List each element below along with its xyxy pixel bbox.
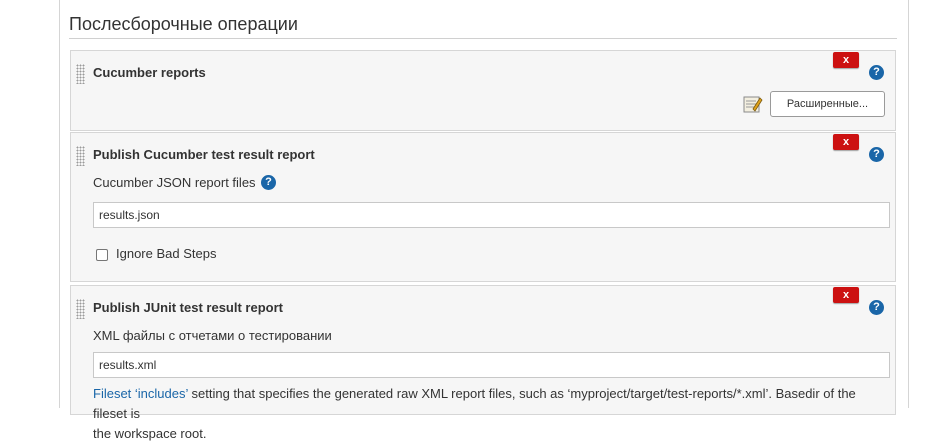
drag-handle-icon[interactable] (76, 299, 85, 319)
step-cucumber-reports: Cucumber reports x ? Расширенные... (70, 50, 896, 131)
fileset-includes-link[interactable]: Fileset ‘includes’ (93, 386, 188, 401)
ignore-bad-steps-label: Ignore Bad Steps (116, 246, 217, 261)
step-publish-cucumber: Publish Cucumber test result report x ? … (70, 132, 896, 282)
delete-step-button[interactable]: x (833, 287, 859, 303)
delete-step-button[interactable]: x (833, 52, 859, 68)
advanced-button[interactable]: Расширенные... (770, 91, 885, 117)
json-files-label: Cucumber JSON report files (93, 175, 256, 190)
delete-step-button[interactable]: x (833, 134, 859, 150)
field-help-icon[interactable]: ? (261, 175, 276, 190)
notepad-icon (743, 94, 763, 114)
fileset-description: Fileset ‘includes’ setting that specifie… (93, 384, 893, 444)
section-title: Послесборочные операции (69, 14, 298, 34)
xml-files-input[interactable]: results.xml (93, 352, 890, 378)
drag-handle-icon[interactable] (76, 146, 85, 166)
fileset-description-text-2: the workspace root. (93, 426, 207, 441)
drag-handle-icon[interactable] (76, 64, 85, 84)
fileset-description-text: setting that specifies the generated raw… (93, 386, 856, 421)
ignore-bad-steps-checkbox[interactable] (96, 249, 108, 261)
section-divider (69, 38, 897, 39)
step-title: Cucumber reports (93, 65, 206, 80)
help-icon[interactable]: ? (869, 65, 884, 80)
step-publish-junit: Publish JUnit test result report x ? XML… (70, 285, 896, 441)
step-title: Publish JUnit test result report (93, 300, 283, 315)
help-icon[interactable]: ? (869, 147, 884, 162)
xml-files-label: XML файлы с отчетами о тестировании (93, 328, 332, 343)
help-icon[interactable]: ? (869, 300, 884, 315)
step-title: Publish Cucumber test result report (93, 147, 315, 162)
json-files-input[interactable]: results.json (93, 202, 890, 228)
